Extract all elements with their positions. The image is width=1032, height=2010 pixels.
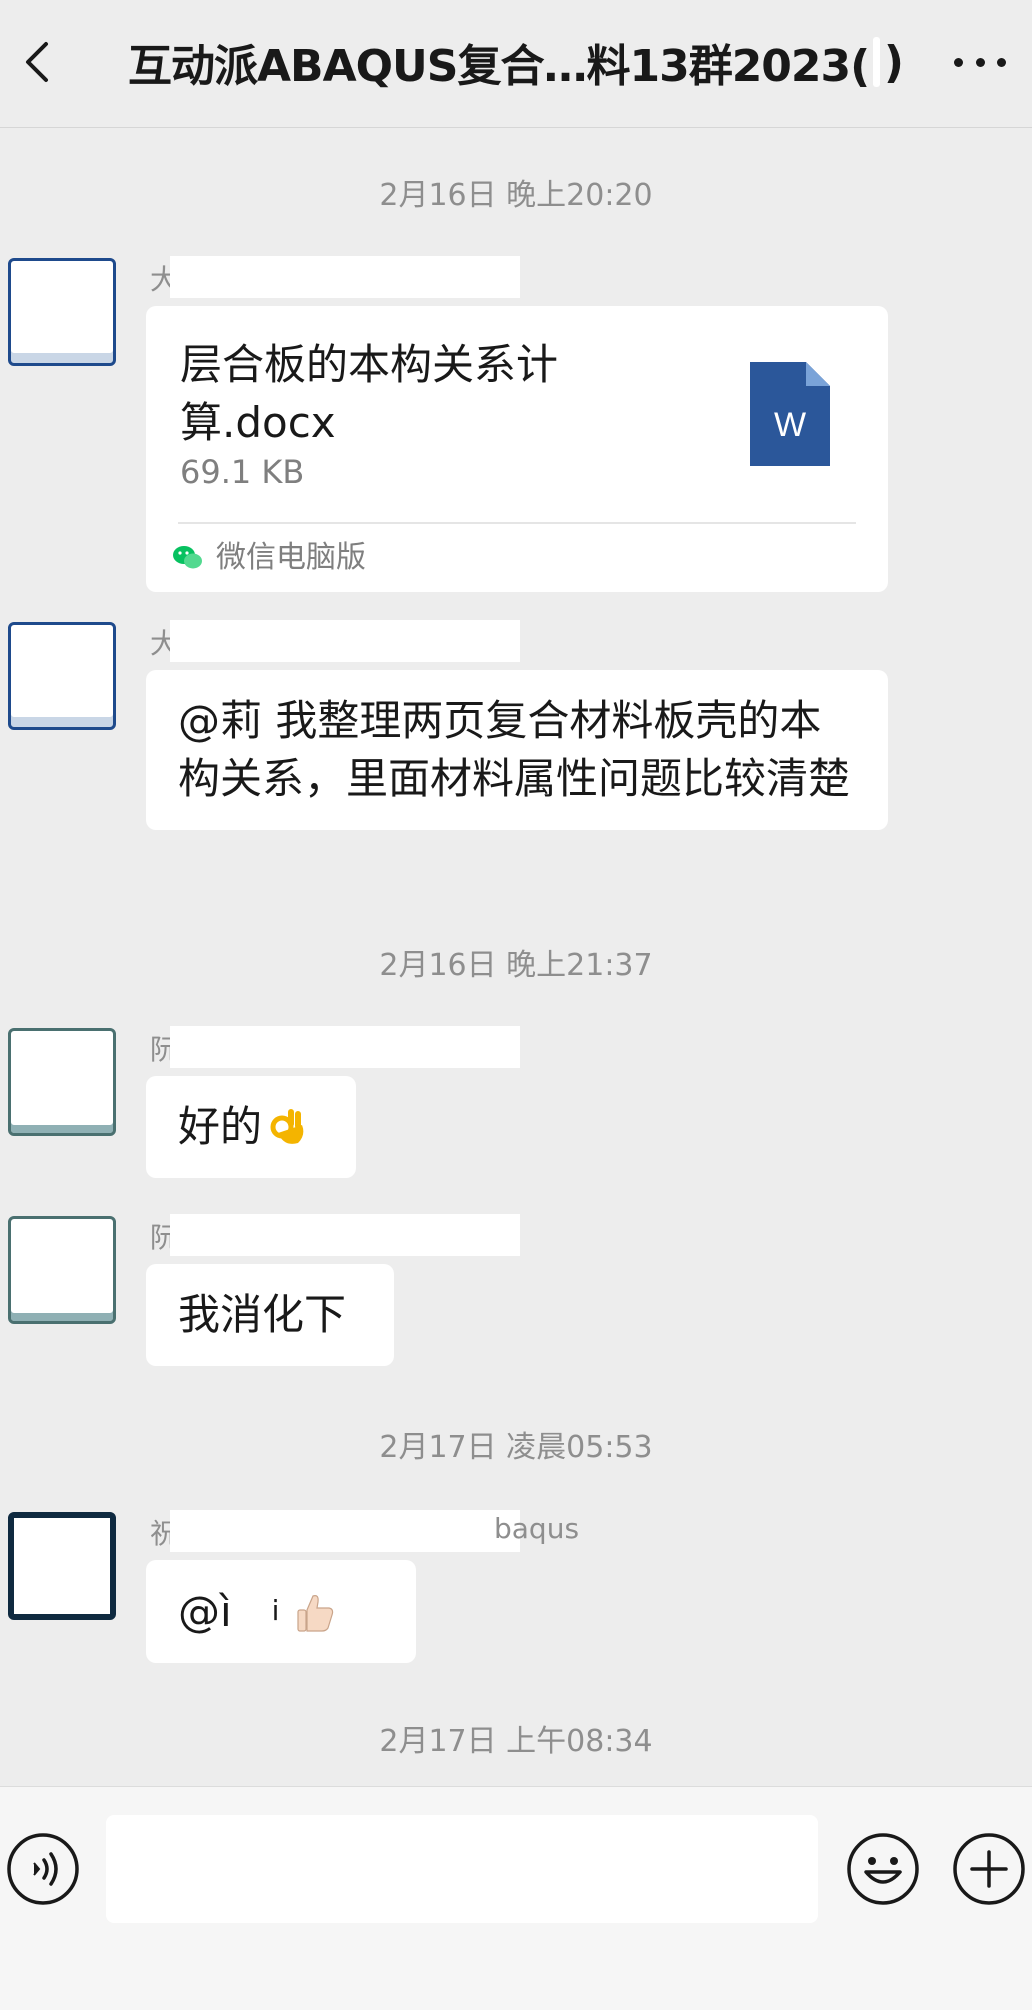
emoji-icon (847, 1833, 919, 1905)
avatar[interactable] (8, 1216, 116, 1324)
sender-name: 大 (150, 620, 520, 662)
avatar[interactable] (8, 1512, 116, 1620)
message-text: @莉 我整理两页复合材料板壳的本构关系，里面材料属性问题比较清楚 (178, 696, 851, 803)
ok-hand-emoji (270, 1109, 304, 1144)
voice-icon (7, 1833, 79, 1905)
chat-title-close: ) (883, 36, 904, 88)
more-button[interactable] (948, 36, 1012, 88)
input-bar (0, 1786, 1032, 2010)
text-message-bubble[interactable]: @ì ⅰ (146, 1560, 416, 1663)
sender-redaction (170, 1214, 520, 1256)
avatar[interactable] (8, 1028, 116, 1136)
file-size: 69.1 KB (180, 453, 305, 491)
sender-name: 阮 (150, 1214, 520, 1256)
thumbs-up-emoji (297, 1595, 334, 1632)
sender-redaction (170, 1510, 520, 1552)
sender-redaction (170, 620, 520, 662)
timestamp: 2月16日 晚上21:37 (379, 948, 653, 983)
divider (178, 522, 856, 524)
wechat-icon (173, 546, 202, 569)
sender-name: 祝 baqus (150, 1510, 579, 1552)
file-name: 层合板的本构关系计算.docx (180, 340, 559, 447)
chat-title-text: 互动派ABAQUS复合…料13群2023( (128, 41, 870, 92)
timestamp: 2月17日 凌晨05:53 (379, 1430, 653, 1465)
message-text-fragment: ⅰ (271, 1594, 280, 1627)
word-file-icon: W (750, 362, 830, 466)
sender-redaction (170, 1026, 520, 1068)
emoji-button[interactable] (846, 1832, 920, 1906)
avatar[interactable] (8, 622, 116, 730)
text-message-bubble[interactable]: 好的 (146, 1076, 356, 1178)
back-button[interactable] (8, 30, 68, 94)
message-text: 我消化下 (178, 1290, 347, 1339)
more-dots-icon (954, 57, 963, 67)
file-source: 微信电脑版 (172, 538, 366, 578)
sender-name: 阮 (150, 1026, 520, 1068)
timestamp: 2月17日 上午08:34 (379, 1724, 653, 1759)
plus-button[interactable] (952, 1832, 1026, 1906)
text-message-bubble[interactable]: 我消化下 (146, 1264, 394, 1366)
plus-icon (953, 1833, 1025, 1905)
chat-title: 互动派ABAQUS复合…料13群2023( ) (128, 30, 904, 94)
message-text: @ì (178, 1587, 232, 1636)
avatar[interactable] (8, 258, 116, 366)
message-text: 好的 (178, 1102, 263, 1151)
sender-name: 大 (150, 256, 520, 298)
text-message-bubble[interactable]: @莉 我整理两页复合材料板壳的本构关系，里面材料属性问题比较清楚 (146, 670, 888, 830)
message-input[interactable] (106, 1815, 818, 1923)
chat-header: 互动派ABAQUS复合…料13群2023( ) (0, 0, 1032, 128)
timestamp: 2月16日 晚上20:20 (379, 178, 653, 213)
word-file-letter: W (774, 406, 806, 444)
sender-redaction (170, 256, 520, 298)
file-message-card[interactable]: 层合板的本构关系计算.docx 69.1 KB W 微信电脑版 (146, 306, 888, 592)
chevron-left-icon (26, 42, 48, 82)
voice-button[interactable] (6, 1832, 80, 1906)
title-redaction (873, 37, 880, 87)
sender-name-tail: baqus (494, 1512, 580, 1545)
file-source-label: 微信电脑版 (216, 540, 366, 575)
